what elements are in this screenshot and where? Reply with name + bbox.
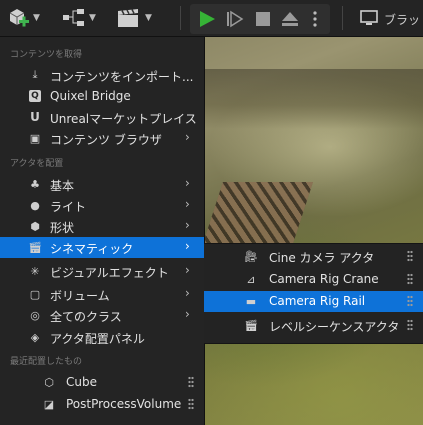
submenu-item-cine-camera[interactable]: 🎥︎ Cine カメラ アクタ bbox=[204, 246, 423, 267]
chevron-right-icon: › bbox=[185, 239, 190, 253]
crane-icon: ⊿ bbox=[246, 272, 256, 286]
volume-icon: ▢ bbox=[29, 287, 41, 301]
marketplace-icon: U bbox=[30, 110, 40, 124]
cinematics-toolbar-button[interactable]: ▼ bbox=[116, 4, 152, 32]
panel-icon: ◈ bbox=[30, 330, 40, 344]
menu-item-label: コンテンツ ブラウザ bbox=[50, 133, 162, 147]
menu-item-label: ライト bbox=[50, 200, 87, 214]
submenu-item-camera-rig-rail[interactable]: ▬ Camera Rig Rail bbox=[204, 291, 423, 312]
cine-camera-icon: 🎥︎ bbox=[244, 249, 258, 263]
menu-item-recent-postprocess[interactable]: ◪ PostProcessVolume bbox=[0, 394, 204, 415]
menu-item-label: 全てのクラス bbox=[50, 310, 122, 324]
rail-icon: ▬ bbox=[245, 294, 257, 308]
add-content-button[interactable]: ▼ bbox=[6, 4, 40, 32]
section-place-actors: アクタを配置 bbox=[10, 159, 64, 169]
submenu-item-label: Camera Rig Crane bbox=[269, 272, 379, 286]
toolbar-divider bbox=[342, 6, 343, 30]
menu-item-volumes[interactable]: ▢ ボリューム › bbox=[0, 284, 204, 305]
menu-item-content-browser[interactable]: ▣ コンテンツ ブラウザ › bbox=[0, 128, 204, 149]
submenu-item-label: レベルシーケンスアクタ bbox=[269, 320, 400, 334]
submenu-item-camera-rig-crane[interactable]: ⊿ Camera Rig Crane bbox=[204, 269, 423, 290]
menu-item-marketplace[interactable]: U Unrealマーケットプレイス bbox=[0, 107, 204, 128]
folder-icon: ▣ bbox=[29, 131, 41, 145]
menu-item-basic[interactable]: ♣ 基本 › bbox=[0, 174, 204, 195]
main-toolbar: ▼ ▼ ▼ ブラッ bbox=[0, 0, 423, 37]
menu-item-all-classes[interactable]: ◎ 全てのクラス › bbox=[0, 305, 204, 326]
postprocess-icon: ◪ bbox=[43, 397, 55, 411]
toolbar-divider bbox=[180, 6, 181, 30]
menu-item-label: 基本 bbox=[50, 179, 75, 193]
menu-item-cinematic[interactable]: 🎬︎ シネマティック › bbox=[0, 237, 204, 258]
clapper-icon: 🎬︎ bbox=[28, 240, 42, 254]
chevron-right-icon: › bbox=[185, 176, 190, 190]
add-cube-icon bbox=[9, 9, 29, 27]
chevron-right-icon: › bbox=[185, 263, 190, 277]
import-icon: ⤓ bbox=[32, 68, 38, 81]
submenu-item-label: Camera Rig Rail bbox=[269, 294, 366, 308]
platforms-icon[interactable] bbox=[360, 9, 380, 27]
chevron-right-icon: › bbox=[185, 218, 190, 232]
chevron-down-icon: ▼ bbox=[145, 13, 152, 23]
drag-handle-icon[interactable] bbox=[407, 319, 413, 331]
section-get-content: コンテンツを取得 bbox=[10, 50, 83, 60]
play-controls bbox=[190, 4, 330, 34]
cinematic-submenu: 🎥︎ Cine カメラ アクタ ⊿ Camera Rig Crane ▬ Cam… bbox=[204, 243, 423, 344]
chevron-down-icon: ▼ bbox=[89, 13, 96, 23]
menu-item-label: 形状 bbox=[50, 221, 75, 235]
viewport-shadow bbox=[204, 69, 423, 129]
submenu-item-level-sequence[interactable]: 🎬︎ レベルシーケンスアクタ bbox=[204, 315, 423, 336]
menu-item-label: アクタ配置パネル bbox=[50, 332, 145, 346]
menu-item-label: シネマティック bbox=[50, 242, 134, 256]
chevron-down-icon: ▼ bbox=[33, 13, 40, 23]
classes-icon: ◎ bbox=[30, 308, 40, 322]
clapperboard-icon bbox=[118, 9, 138, 27]
menu-item-label: ビジュアルエフェクト bbox=[50, 266, 169, 280]
chevron-right-icon: › bbox=[185, 130, 190, 144]
menu-item-label: Cube bbox=[66, 375, 97, 389]
drag-handle-icon[interactable] bbox=[407, 295, 413, 307]
menu-item-label: コンテンツをインポート... bbox=[50, 70, 194, 84]
more-options-icon[interactable] bbox=[312, 10, 318, 28]
drag-handle-icon[interactable] bbox=[407, 273, 413, 285]
chevron-right-icon: › bbox=[185, 286, 190, 300]
menu-item-label: Quixel Bridge bbox=[50, 89, 131, 103]
chevron-right-icon: › bbox=[185, 307, 190, 321]
menu-item-label: Unrealマーケットプレイス bbox=[50, 112, 197, 126]
menu-item-label: ボリューム bbox=[50, 289, 110, 303]
cube-icon: ⬡ bbox=[44, 375, 54, 389]
drag-handle-icon[interactable] bbox=[407, 250, 413, 262]
section-recent: 最近配置したもの bbox=[10, 357, 83, 367]
step-icon[interactable] bbox=[225, 9, 245, 29]
blueprint-button[interactable]: ▼ bbox=[62, 4, 96, 32]
play-icon[interactable] bbox=[197, 9, 217, 29]
menu-item-lights[interactable]: ● ライト › bbox=[0, 195, 204, 216]
blueprint-nodes-icon bbox=[63, 9, 84, 26]
submenu-item-label: Cine カメラ アクタ bbox=[269, 251, 375, 265]
platforms-label[interactable]: ブラット bbox=[384, 11, 423, 28]
quixel-icon: Q bbox=[29, 90, 41, 102]
drag-handle-icon[interactable] bbox=[188, 376, 194, 388]
menu-item-quixel-bridge[interactable]: Q Quixel Bridge bbox=[0, 86, 204, 107]
light-icon: ● bbox=[30, 198, 40, 212]
eject-icon[interactable] bbox=[280, 9, 300, 29]
menu-item-shapes[interactable]: ⬢ 形状 › bbox=[0, 216, 204, 237]
menu-item-place-actors-panel[interactable]: ◈ アクタ配置パネル bbox=[0, 327, 204, 348]
menu-item-import[interactable]: ⤓ コンテンツをインポート... bbox=[0, 65, 204, 86]
quick-add-menu: コンテンツを取得 ⤓ コンテンツをインポート... Q Quixel Bridg… bbox=[0, 37, 205, 425]
basic-icon: ♣ bbox=[30, 177, 40, 191]
menu-item-recent-cube[interactable]: ⬡ Cube bbox=[0, 372, 204, 393]
vfx-icon: ✳ bbox=[30, 264, 40, 278]
shape-icon: ⬢ bbox=[30, 219, 40, 233]
menu-item-label: PostProcessVolume bbox=[66, 397, 182, 411]
chevron-right-icon: › bbox=[185, 197, 190, 211]
stop-icon[interactable] bbox=[254, 10, 272, 28]
drag-handle-icon[interactable] bbox=[188, 398, 194, 410]
sequence-icon: 🎬︎ bbox=[244, 318, 258, 332]
menu-item-visual-effects[interactable]: ✳ ビジュアルエフェクト › bbox=[0, 261, 204, 282]
